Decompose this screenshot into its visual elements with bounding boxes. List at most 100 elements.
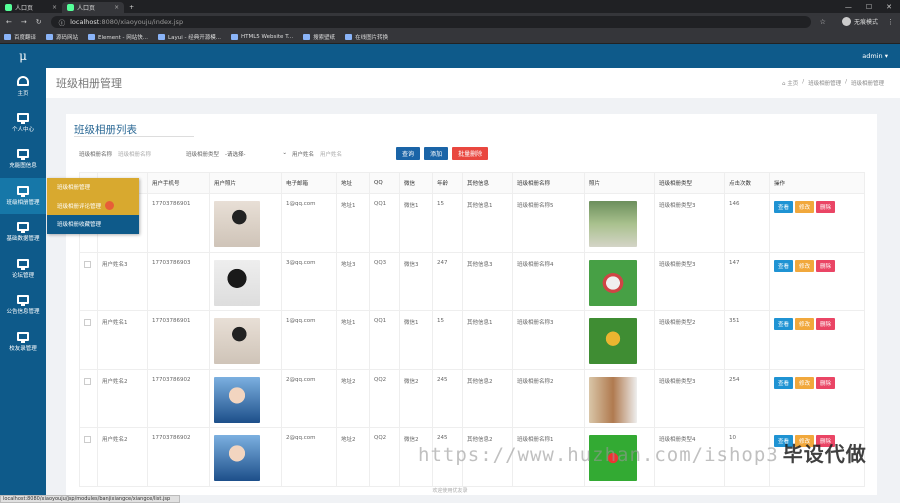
sidebar-item-basedata[interactable]: 基础数据管理 xyxy=(0,214,46,251)
row-actions: 查看 修改 删除 xyxy=(774,318,864,330)
browser-tab[interactable]: 人口页 × xyxy=(0,2,62,13)
cell-address: 地址1 xyxy=(336,310,370,370)
delete-button[interactable]: 删除 xyxy=(816,376,836,389)
view-button[interactable]: 查看 xyxy=(774,259,794,272)
forward-icon[interactable]: → xyxy=(21,18,27,26)
profile-button[interactable]: 无痕模式 xyxy=(841,17,878,26)
page-footer: 欢迎使用优友录 xyxy=(432,488,468,494)
close-window-icon[interactable]: ✕ xyxy=(886,3,892,11)
tab-favicon-icon xyxy=(5,4,12,11)
cell-wechat: 微信2 xyxy=(399,368,433,428)
sidebar-item-profile[interactable]: 个人中心 xyxy=(0,105,46,142)
submenu-item-album-favorites[interactable]: 班级相册收藏管理 xyxy=(47,215,139,234)
back-icon[interactable]: ← xyxy=(6,18,12,26)
bookmark-item[interactable]: 源码网站 xyxy=(46,33,78,41)
edit-button[interactable]: 修改 xyxy=(795,376,815,389)
column-header[interactable]: 班级相册名称 xyxy=(512,172,585,194)
column-header[interactable]: 点击次数 xyxy=(724,172,770,194)
query-button[interactable]: 查询 xyxy=(396,147,421,160)
cell-clicks: 351 xyxy=(724,310,770,370)
column-header[interactable]: 电子邮箱 xyxy=(281,172,337,194)
album-name-input[interactable]: 班级相册名称 xyxy=(118,150,172,158)
column-header[interactable]: 操作 xyxy=(769,172,865,194)
column-header[interactable]: 年龄 xyxy=(432,172,463,194)
menu-dots-icon[interactable]: ⋮ xyxy=(887,18,894,26)
breadcrumb-item[interactable]: 班级相册管理 xyxy=(808,79,841,87)
table-row: 用户姓名1 17703786901 1@qq.com 地址1 QQ1 微信1 1… xyxy=(79,310,865,370)
row-checkbox[interactable] xyxy=(84,377,91,385)
browser-tabstrip: 人口页 × 人口页 × + — ☐ ✕ xyxy=(0,0,900,13)
edit-button[interactable]: 修改 xyxy=(795,318,815,330)
cell-age: 15 xyxy=(432,310,463,370)
cell-phone: 17703786902 xyxy=(147,368,210,428)
breadcrumb-home[interactable]: ⌂ 主页 xyxy=(782,79,798,87)
cell-email: 1@qq.com xyxy=(281,310,337,370)
edit-button[interactable]: 修改 xyxy=(795,259,815,272)
monitor-icon xyxy=(17,258,29,270)
address-bar[interactable]: ⓘ localhost:8080/xiaoyouju/index.jsp xyxy=(50,15,811,28)
bookmark-star-icon[interactable]: ☆ xyxy=(820,18,826,26)
cell-other: 其他信息1 xyxy=(462,310,513,370)
user-name-input[interactable]: 用户姓名 xyxy=(320,150,374,158)
album-name-label: 班级相册名称 xyxy=(79,151,113,158)
sidebar-item-home[interactable]: 主页 xyxy=(0,68,46,105)
view-button[interactable]: 查看 xyxy=(774,201,794,213)
album-photo xyxy=(589,201,637,247)
page-title: 班级相册管理 xyxy=(56,77,122,90)
minimize-icon[interactable]: — xyxy=(845,3,852,11)
column-header[interactable]: 其他信息 xyxy=(462,172,513,194)
row-checkbox[interactable] xyxy=(84,319,91,326)
row-checkbox[interactable] xyxy=(84,436,91,443)
view-button[interactable]: 查看 xyxy=(774,376,794,389)
bookmark-item[interactable]: Layui - 经典开源模... xyxy=(158,33,221,41)
album-photo xyxy=(589,259,637,306)
add-button[interactable]: 添加 xyxy=(424,147,449,160)
cell-album-name: 班级相册名称4 xyxy=(512,251,585,311)
close-tab-icon[interactable]: × xyxy=(52,4,57,11)
bookmark-item[interactable]: HTML5 Website T... xyxy=(230,33,293,40)
view-button[interactable]: 查看 xyxy=(774,318,794,330)
batch-delete-button[interactable]: 批量删除 xyxy=(452,147,489,160)
app-logo[interactable]: μ xyxy=(0,49,46,63)
close-tab-icon[interactable]: × xyxy=(114,4,119,11)
delete-button[interactable]: 删除 xyxy=(816,318,836,330)
cell-album-name: 班级相册名称5 xyxy=(512,193,585,253)
sidebar-item-alumni[interactable]: 校友录管理 xyxy=(0,324,46,361)
cell-album-name: 班级相册名称2 xyxy=(512,368,585,428)
cell-phone: 17703786903 xyxy=(147,251,210,311)
delete-button[interactable]: 删除 xyxy=(816,201,836,213)
sidebar-item-carousel[interactable]: 充能图信息 xyxy=(0,141,46,178)
column-header[interactable]: 照片 xyxy=(584,172,655,194)
table-row: 17703786901 1@qq.com 地址1 QQ1 微信1 15 其他信息… xyxy=(79,193,865,253)
delete-button[interactable]: 删除 xyxy=(816,259,836,272)
column-header[interactable]: 用户照片 xyxy=(209,172,282,194)
column-header[interactable]: 地址 xyxy=(336,172,370,194)
new-tab-button[interactable]: + xyxy=(124,2,139,13)
sidebar-item-album[interactable]: 班级相册管理 xyxy=(0,177,46,214)
maximize-icon[interactable]: ☐ xyxy=(866,3,872,11)
sidebar-item-notice[interactable]: 公告信息管理 xyxy=(0,287,46,324)
submenu-item-album-comments[interactable]: 班级相册评论管理 xyxy=(47,197,139,216)
browser-toolbar: ← → ↻ ⓘ localhost:8080/xiaoyouju/index.j… xyxy=(0,13,900,30)
cell-user-name: 用户姓名1 xyxy=(97,310,148,370)
cell-wechat: 微信1 xyxy=(399,310,433,370)
edit-button[interactable]: 修改 xyxy=(795,201,815,213)
bookmark-item[interactable]: 百度翻译 xyxy=(4,33,36,41)
column-header[interactable]: 班级相册类型 xyxy=(654,172,725,194)
cell-clicks: 146 xyxy=(724,193,770,253)
bookmark-item[interactable]: 搜索壁纸 xyxy=(303,33,335,41)
album-type-select[interactable]: -请选择- ⌄ xyxy=(225,150,287,158)
bookmark-item[interactable]: 在线图片转换 xyxy=(345,33,388,41)
column-header[interactable]: QQ xyxy=(369,172,400,194)
user-menu[interactable]: admin ▾ xyxy=(862,52,900,60)
reload-icon[interactable]: ↻ xyxy=(36,18,42,26)
monitor-icon xyxy=(17,149,29,161)
submenu-item-album[interactable]: 班级相册管理 xyxy=(47,178,139,197)
window-controls: — ☐ ✕ xyxy=(845,3,900,11)
column-header[interactable]: 微信 xyxy=(399,172,433,194)
row-checkbox[interactable] xyxy=(84,260,91,268)
browser-tab-active[interactable]: 人口页 × xyxy=(62,2,125,13)
column-header[interactable]: 用户手机号 xyxy=(147,172,210,194)
sidebar-item-forum[interactable]: 论坛管理 xyxy=(0,251,46,288)
bookmark-item[interactable]: Element - 网站快... xyxy=(88,33,148,41)
